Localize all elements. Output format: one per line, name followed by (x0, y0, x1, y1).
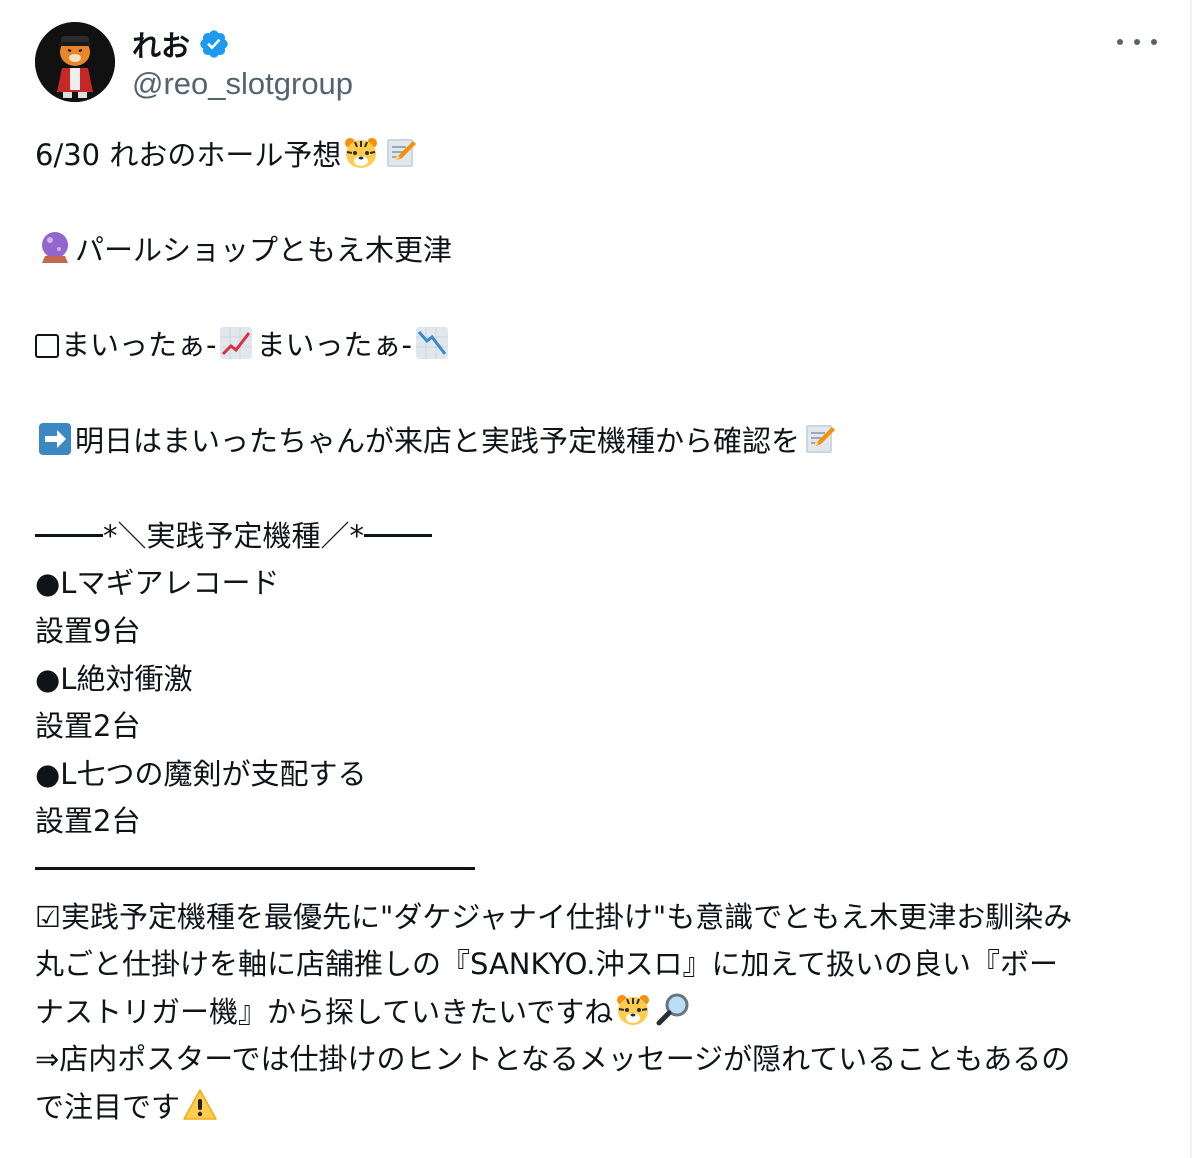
shop-name: パールショップともえ木更津 (75, 233, 453, 268)
author-display-name[interactable]: れお (132, 23, 190, 65)
tweet-line: ⇒店内ポスターでは仕掛けのヒントとなるメッセージが隠れていることもあるの (35, 1042, 1071, 1077)
divider (35, 866, 475, 870)
divider (364, 533, 433, 537)
tweet-line: 6/30 れおのホール予想 (35, 132, 1165, 180)
divider (35, 533, 103, 537)
tiger-face-icon (343, 135, 379, 171)
tiger-avatar-icon[interactable] (35, 22, 115, 102)
tweet-line: パールショップともえ木更津 (35, 227, 1165, 275)
tweet-line: ナストリガー機』から探していきたいですね (35, 989, 1165, 1037)
warning-icon (182, 1087, 218, 1123)
tweet-header: れお @reo_slotgroup (35, 22, 1165, 102)
chart-increasing-icon (218, 325, 254, 361)
verified-badge-icon[interactable] (198, 28, 230, 60)
tweet-text: 6/30 れおのホール予想 パールショップともえ木更津 まいったぁ- まいったぁ… (35, 132, 1165, 1131)
list-item: 設置9台 (35, 613, 141, 648)
title-text: 6/30 れおのホール予想 (35, 138, 342, 172)
list-item: ●L絶対衝激 (35, 661, 193, 696)
list-item: 設置2台 (35, 709, 141, 744)
divider-line (35, 846, 1165, 894)
tweet-line: 明日はまいったちゃんが来店と実践予定機種から確認を (35, 418, 1165, 466)
more-options-icon[interactable] (1117, 32, 1157, 52)
list-item: ●Lマギアレコード (35, 566, 280, 601)
crystal-ball-icon (37, 230, 73, 266)
tweet-line: まいったぁ- まいったぁ- (35, 322, 1165, 370)
chart-decreasing-icon (414, 325, 450, 361)
list-item: ●L七つの魔剣が支配する (35, 756, 367, 791)
section-header: *＼実践予定機種／* (35, 513, 1165, 561)
magnifying-glass-icon (655, 992, 691, 1028)
right-arrow-icon (37, 421, 73, 457)
tweet-line: ☑実践予定機種を最優先に"ダケジャナイ仕掛け"も意識でともえ木更津お馴染み (35, 899, 1073, 934)
author-info: れお @reo_slotgroup (132, 24, 353, 102)
memo-icon (383, 135, 419, 171)
author-handle[interactable]: @reo_slotgroup (132, 66, 353, 102)
tweet-line: 丸ごと仕掛けを軸に店舗推しの『SANKYO.沖スロ』に加えて扱いの良い『ボー (35, 947, 1059, 982)
tweet-line: で注目です (35, 1084, 1165, 1132)
empty-checkbox-icon (35, 334, 59, 359)
tiger-face-icon (615, 992, 651, 1028)
memo-icon (802, 421, 838, 457)
tweet-card: れお @reo_slotgroup 6/30 れおのホール予想 パールショップと… (0, 0, 1192, 1158)
list-item: 設置2台 (35, 804, 141, 839)
